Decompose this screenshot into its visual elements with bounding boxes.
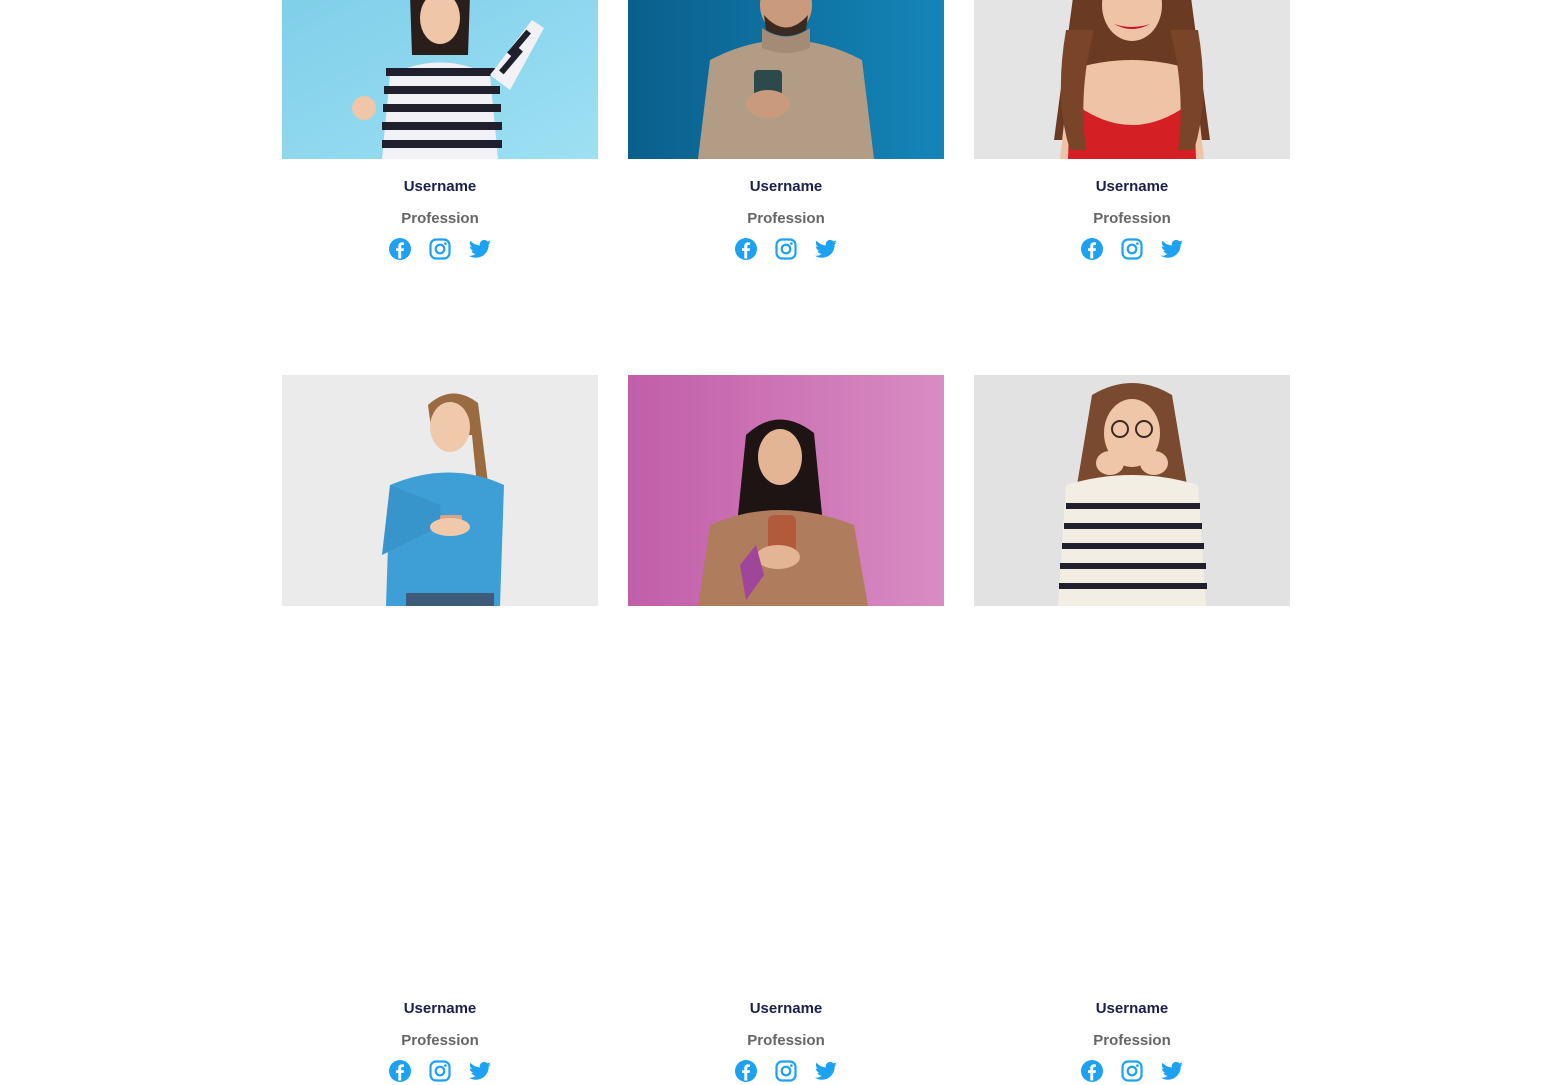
instagram-icon[interactable] xyxy=(428,1059,452,1083)
twitter-icon[interactable] xyxy=(468,1059,492,1083)
social-links xyxy=(974,237,1290,263)
member-profession: Profession xyxy=(1093,1032,1171,1049)
member-username: Username xyxy=(749,178,823,195)
member-profession: Profession xyxy=(1093,210,1171,227)
twitter-icon[interactable] xyxy=(814,1059,838,1083)
member-photo xyxy=(974,0,1290,159)
member-profession: Profession xyxy=(747,1032,825,1049)
member-profession: Profession xyxy=(401,1032,479,1049)
social-links xyxy=(282,1059,598,1085)
member-username: Username xyxy=(403,178,477,195)
member-username: Username xyxy=(403,1000,477,1017)
twitter-icon[interactable] xyxy=(814,237,838,261)
member-username: Username xyxy=(1095,178,1169,195)
facebook-icon[interactable] xyxy=(1080,1059,1104,1083)
instagram-icon[interactable] xyxy=(428,237,452,261)
social-links xyxy=(974,1059,1290,1085)
facebook-icon[interactable] xyxy=(1080,237,1104,261)
instagram-icon[interactable] xyxy=(774,237,798,261)
member-photo xyxy=(282,0,598,159)
facebook-icon[interactable] xyxy=(388,1059,412,1083)
member-photo xyxy=(628,375,944,606)
member-profession: Profession xyxy=(747,210,825,227)
member-profession: Profession xyxy=(401,210,479,227)
facebook-icon[interactable] xyxy=(734,1059,758,1083)
member-photo xyxy=(282,375,598,606)
social-links xyxy=(282,237,598,263)
twitter-icon[interactable] xyxy=(1160,1059,1184,1083)
social-links xyxy=(628,237,944,263)
twitter-icon[interactable] xyxy=(1160,237,1184,261)
social-links xyxy=(628,1059,944,1085)
member-photo xyxy=(628,0,944,159)
member-username: Username xyxy=(749,1000,823,1017)
twitter-icon[interactable] xyxy=(468,237,492,261)
instagram-icon[interactable] xyxy=(1120,237,1144,261)
instagram-icon[interactable] xyxy=(774,1059,798,1083)
instagram-icon[interactable] xyxy=(1120,1059,1144,1083)
facebook-icon[interactable] xyxy=(734,237,758,261)
member-photo xyxy=(974,375,1290,606)
facebook-icon[interactable] xyxy=(388,237,412,261)
member-username: Username xyxy=(1095,1000,1169,1017)
